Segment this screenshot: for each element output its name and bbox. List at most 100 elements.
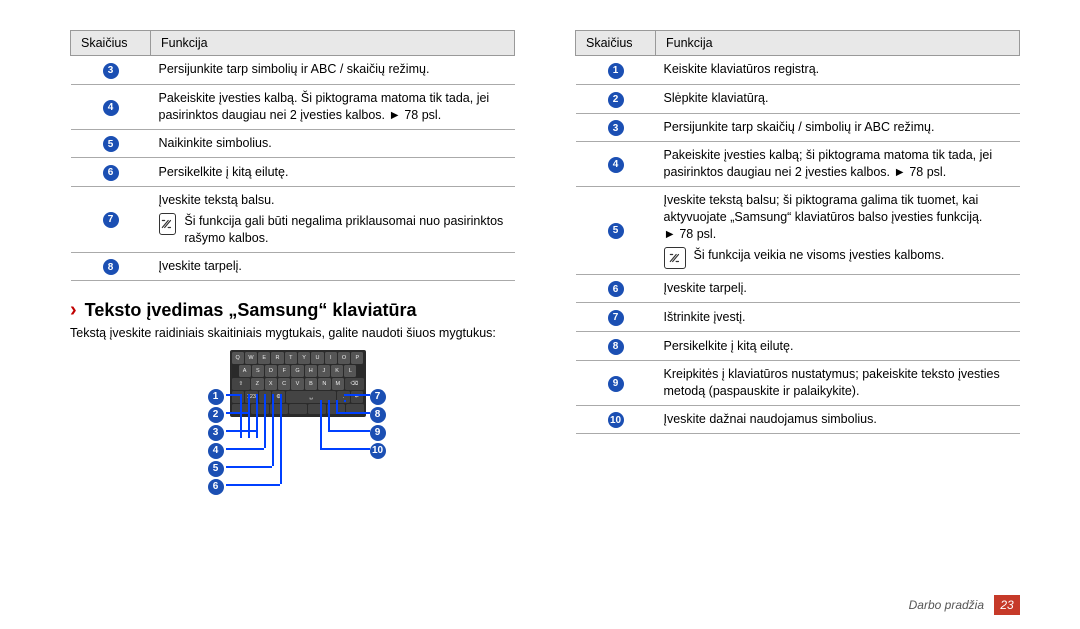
row-function: Naikinkite simbolius. <box>151 129 515 158</box>
callout-7: 7 <box>370 386 386 402</box>
circled-number-7: 7 <box>103 212 119 228</box>
circled-number-10: 10 <box>370 443 386 459</box>
row-number: 9 <box>576 360 656 405</box>
row-number: 1 <box>576 56 656 85</box>
callout-8: 8 <box>370 404 386 420</box>
table-row: 10Įveskite dažnai naudojamus simbolius. <box>576 405 1020 434</box>
circled-number-3: 3 <box>208 425 224 441</box>
note-text: Ši funkcija gali būti negalima priklauso… <box>184 213 506 247</box>
row-number: 10 <box>576 405 656 434</box>
row-function: Įveskite tarpelį. <box>656 274 1020 303</box>
row-function: Persikelkite į kitą eilutę. <box>151 158 515 187</box>
circled-number-6: 6 <box>103 165 119 181</box>
table-row: 7 Įveskite tekstą balsu.Ši funkcija gali … <box>71 187 515 253</box>
circled-number-9: 9 <box>370 425 386 441</box>
row-function: Slėpkite klaviatūrą. <box>656 84 1020 113</box>
chevron-icon: › <box>70 299 77 322</box>
section-title: Teksto įvedimas „Samsung“ klaviatūra <box>85 300 417 321</box>
row-number: 8 <box>71 252 151 281</box>
table-row: 3 Persijunkite tarp skaičių / simbolių ir… <box>576 113 1020 142</box>
row-number: 3 <box>576 113 656 142</box>
row-number: 7 <box>576 303 656 332</box>
circled-number-4: 4 <box>608 157 624 173</box>
row-function: Persijunkite tarp skaičių / simbolių ir … <box>656 113 1020 142</box>
callout-10: 10 <box>370 440 386 456</box>
row-number: 6 <box>71 158 151 187</box>
table-row: 8 Persikelkite į kitą eilutę. <box>576 332 1020 361</box>
page-number: 23 <box>994 595 1020 615</box>
table-row: 4 Pakeiskite įvesties kalbą. Ši piktogram… <box>71 84 515 129</box>
note-text: Ši funkcija veikia ne visoms įvesties ka… <box>694 247 945 264</box>
circled-number-5: 5 <box>208 461 224 477</box>
row-function: Pakeiskite įvesties kalbą. Ši piktograma… <box>151 84 515 129</box>
th-function: Funkcija <box>151 31 515 56</box>
left-function-table: Skaičius Funkcija 3 Persijunkite tarp sim… <box>70 30 515 281</box>
table-row: 6 Įveskite tarpelį. <box>576 274 1020 303</box>
circled-number-3: 3 <box>608 120 624 136</box>
row-number: 4 <box>71 84 151 129</box>
callout-2: 2 <box>208 404 224 420</box>
circled-number-7: 7 <box>608 310 624 326</box>
footer-section-label: Darbo pradžia <box>909 598 984 612</box>
th-number: Skaičius <box>71 31 151 56</box>
circled-number-3: 3 <box>103 63 119 79</box>
row-function: Pakeiskite įvesties kalbą; ši piktograma… <box>656 142 1020 187</box>
row-function: Persijunkite tarp simbolių ir ABC / skai… <box>151 56 515 85</box>
callout-5: 5 <box>208 458 224 474</box>
table-row: 5 Įveskite tekstą balsu; ši piktograma ga… <box>576 187 1020 275</box>
th-number: Skaičius <box>576 31 656 56</box>
note-icon <box>159 213 177 235</box>
circled-number-4: 4 <box>103 100 119 116</box>
circled-number-8: 8 <box>370 407 386 423</box>
row-number: 5 <box>71 129 151 158</box>
row-number: 2 <box>576 84 656 113</box>
row-number: 8 <box>576 332 656 361</box>
circled-number-8: 8 <box>103 259 119 275</box>
row-function: Įveskite dažnai naudojamus simbolius. <box>656 405 1020 434</box>
row-function: Kreipkitės į klaviatūros nustatymus; pak… <box>656 360 1020 405</box>
row-function: Persikelkite į kitą eilutę. <box>656 332 1020 361</box>
row-number: 7 <box>71 187 151 253</box>
table-row: 8 Įveskite tarpelį. <box>71 252 515 281</box>
page-footer: Darbo pradžia 23 <box>909 595 1020 615</box>
circled-number-1: 1 <box>208 389 224 405</box>
keyboard-diagram: QWERTYUIOPASDFGHJKL⇧ZXCVBNM⌫123⚙␣.↵ 1234… <box>168 350 418 530</box>
circled-number-9: 9 <box>608 376 624 392</box>
circled-number-6: 6 <box>608 281 624 297</box>
callout-3: 3 <box>208 422 224 438</box>
table-row: 9 Kreipkitės į klaviatūros nustatymus; pa… <box>576 360 1020 405</box>
circled-number-8: 8 <box>608 339 624 355</box>
callout-1: 1 <box>208 386 224 402</box>
circled-number-5: 5 <box>103 136 119 152</box>
row-function: Įveskite tekstą balsu.Ši funkcija gali b… <box>151 187 515 253</box>
row-number: 5 <box>576 187 656 275</box>
circled-number-1: 1 <box>608 63 624 79</box>
table-row: 5 Naikinkite simbolius. <box>71 129 515 158</box>
row-function: Įveskite tekstą balsu; ši piktograma gal… <box>656 187 1020 275</box>
table-row: 4 Pakeiskite įvesties kalbą; ši piktogram… <box>576 142 1020 187</box>
row-function: Įveskite tarpelį. <box>151 252 515 281</box>
row-number: 3 <box>71 56 151 85</box>
table-row: 6 Persikelkite į kitą eilutę. <box>71 158 515 187</box>
circled-number-7: 7 <box>370 389 386 405</box>
circled-number-2: 2 <box>208 407 224 423</box>
row-function: Ištrinkite įvestį. <box>656 303 1020 332</box>
callout-4: 4 <box>208 440 224 456</box>
circled-number-5: 5 <box>608 223 624 239</box>
table-row: 2 Slėpkite klaviatūrą. <box>576 84 1020 113</box>
circled-number-4: 4 <box>208 443 224 459</box>
table-row: 3 Persijunkite tarp simbolių ir ABC / ska… <box>71 56 515 85</box>
section-text: Tekstą įveskite raidiniais skaitiniais m… <box>70 326 515 340</box>
circled-number-6: 6 <box>208 479 224 495</box>
row-number: 6 <box>576 274 656 303</box>
table-row: 1 Keiskite klaviatūros registrą. <box>576 56 1020 85</box>
callout-6: 6 <box>208 476 224 492</box>
callout-9: 9 <box>370 422 386 438</box>
th-function: Funkcija <box>656 31 1020 56</box>
row-number: 4 <box>576 142 656 187</box>
circled-number-2: 2 <box>608 92 624 108</box>
row-function: Keiskite klaviatūros registrą. <box>656 56 1020 85</box>
note-icon <box>664 247 686 269</box>
table-row: 7 Ištrinkite įvestį. <box>576 303 1020 332</box>
right-function-table: Skaičius Funkcija 1 Keiskite klaviatūros … <box>575 30 1020 434</box>
